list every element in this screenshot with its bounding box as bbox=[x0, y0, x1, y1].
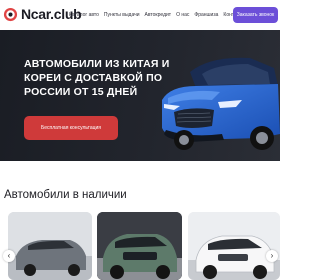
car-image bbox=[8, 212, 92, 280]
car-image bbox=[188, 212, 280, 280]
carousel-next-button[interactable]: › bbox=[266, 250, 278, 262]
site-header: Ncar.club Каталог авто Пункты выдачи Авт… bbox=[0, 0, 280, 30]
hero-banner: Автомобили из Китая и Кореи с доставкой … bbox=[0, 30, 280, 161]
in-stock-title: Автомобили в наличии bbox=[4, 189, 127, 201]
car-image bbox=[97, 212, 182, 280]
cars-carousel bbox=[8, 212, 280, 280]
logo-icon bbox=[3, 7, 18, 21]
nav-catalog[interactable]: Каталог авто bbox=[69, 12, 99, 18]
car-card[interactable] bbox=[8, 212, 92, 280]
car-card[interactable] bbox=[188, 212, 280, 280]
chevron-left-icon: ‹ bbox=[7, 251, 11, 260]
consultation-button[interactable]: Бесплатная консультация bbox=[24, 116, 118, 140]
main-nav: Каталог авто Пункты выдачи Автокредит О … bbox=[69, 12, 245, 18]
chevron-right-icon: › bbox=[270, 251, 274, 260]
nav-pickup-points[interactable]: Пункты выдачи bbox=[104, 12, 140, 18]
car-card[interactable] bbox=[97, 212, 182, 280]
hero-car-image bbox=[162, 57, 280, 150]
nav-car-loan[interactable]: Автокредит bbox=[145, 12, 172, 18]
carousel-prev-button[interactable]: ‹ bbox=[3, 250, 15, 262]
nav-about[interactable]: О нас bbox=[176, 12, 189, 18]
nav-franchise[interactable]: Франшиза bbox=[194, 12, 218, 18]
callback-button[interactable]: Заказать звонок bbox=[233, 7, 278, 23]
